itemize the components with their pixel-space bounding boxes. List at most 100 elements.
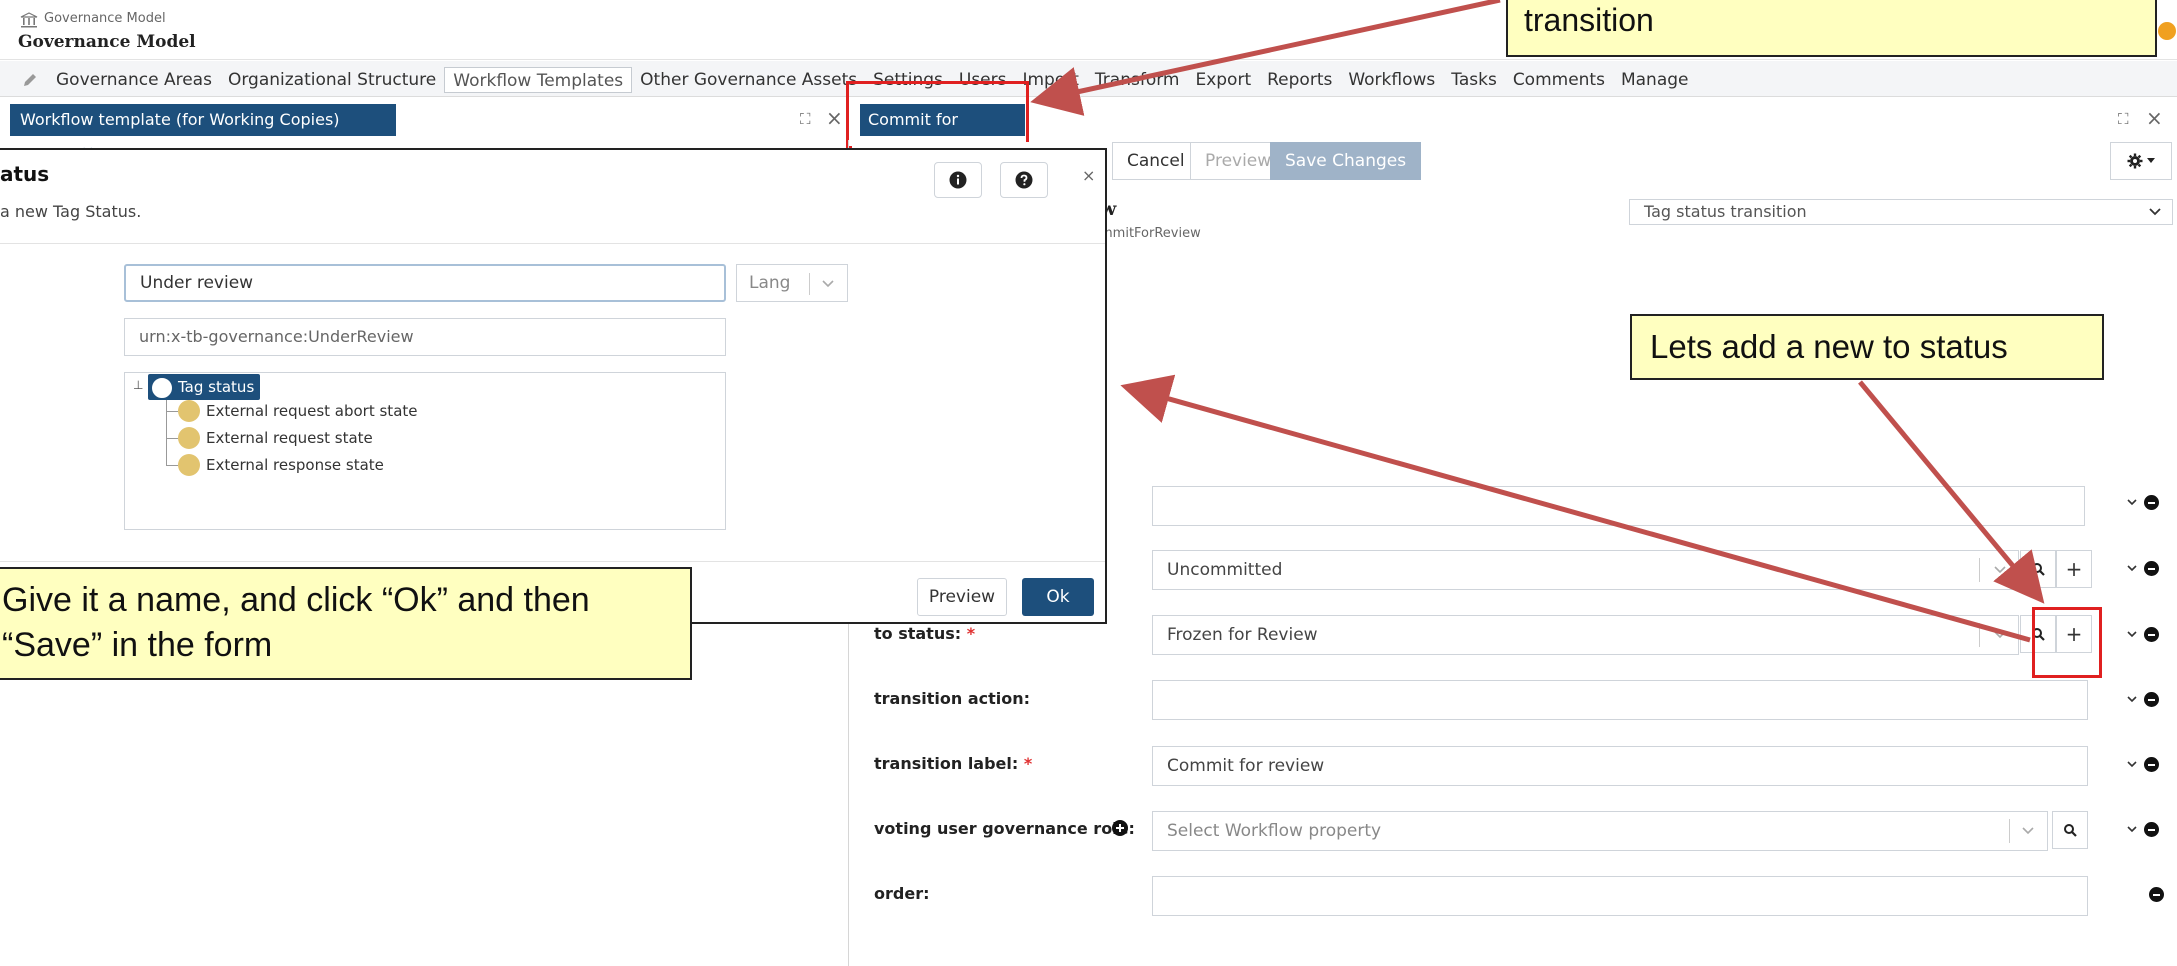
- tree-expander-icon[interactable]: ⊥: [133, 378, 143, 392]
- to-status-label: to status: *: [874, 624, 976, 643]
- language-placeholder: Lang: [749, 273, 791, 293]
- building-icon: [20, 12, 38, 28]
- voting-role-placeholder: Select Workflow property: [1167, 821, 1382, 841]
- callout-line: “Save” in the form: [2, 626, 273, 664]
- remove-icon[interactable]: [2144, 626, 2159, 642]
- order-label: order:: [874, 884, 930, 903]
- expand-icon[interactable]: ⛶: [2118, 110, 2129, 128]
- menu-item-manage[interactable]: Manage: [1613, 67, 1697, 93]
- form-subtitle: mmitForReview: [1100, 226, 1201, 241]
- row-controls: [2126, 819, 2174, 839]
- remove-icon[interactable]: [2144, 691, 2159, 707]
- menu-item-organizational-structure[interactable]: Organizational Structure: [220, 67, 444, 93]
- tree-node[interactable]: External response state: [178, 453, 384, 477]
- annotation-callout-right: Lets add a new to status: [1630, 314, 2104, 380]
- expand-icon[interactable]: ⛶: [800, 110, 811, 128]
- settings-dropdown-button[interactable]: [2110, 142, 2172, 180]
- save-changes-button[interactable]: Save Changes: [1270, 142, 1422, 180]
- order-field[interactable]: [1152, 876, 2088, 916]
- menu-item-export[interactable]: Export: [1187, 67, 1259, 93]
- chevron-down-icon[interactable]: [2126, 693, 2138, 705]
- dialog-title: atus: [0, 162, 50, 186]
- voting-role-select[interactable]: Select Workflow property: [1152, 811, 2048, 851]
- chevron-down-icon: [2021, 825, 2035, 837]
- transition-action-label: transition action:: [874, 689, 1031, 708]
- transition-label-field[interactable]: Commit for review: [1152, 746, 2088, 786]
- menu-item-tasks[interactable]: Tasks: [1443, 67, 1505, 93]
- close-icon[interactable]: ×: [1082, 166, 1095, 185]
- chevron-down-icon: [2148, 205, 2162, 219]
- row-controls: [2126, 492, 2174, 512]
- cancel-button[interactable]: Cancel: [1112, 142, 1200, 180]
- search-button[interactable]: [2020, 550, 2056, 588]
- remove-icon[interactable]: [2149, 886, 2164, 902]
- info-button[interactable]: [934, 162, 982, 198]
- to-status-value: Frozen for Review: [1167, 625, 1318, 645]
- type-select-value: Tag status transition: [1644, 202, 1807, 221]
- chevron-down-icon[interactable]: [2126, 628, 2138, 640]
- menu-item-workflow-templates[interactable]: Workflow Templates: [444, 67, 633, 93]
- tree-node-icon: [178, 400, 200, 422]
- tree-node[interactable]: External request state: [178, 426, 373, 450]
- add-icon[interactable]: [1112, 820, 1128, 836]
- row-controls: [2126, 624, 2174, 644]
- menu-item-other-governance-assets[interactable]: Other Governance Assets: [632, 67, 865, 93]
- annotation-callout-top: transition: [1506, 0, 2157, 57]
- add-button[interactable]: +: [2056, 550, 2092, 588]
- menu-item-workflows[interactable]: Workflows: [1340, 67, 1443, 93]
- remove-icon[interactable]: [2144, 821, 2159, 837]
- callout-line: Give it a name, and click “Ok” and then: [2, 581, 590, 619]
- page-title: Governance Model: [18, 32, 196, 52]
- menu-item-transform[interactable]: Transform: [1087, 67, 1188, 93]
- voting-role-label: voting user governance role:: [874, 819, 1135, 838]
- from-status-actions: +: [2020, 550, 2092, 588]
- menu-item-comments[interactable]: Comments: [1505, 67, 1613, 93]
- tree-node-icon: [178, 454, 200, 476]
- chevron-down-icon[interactable]: [2126, 758, 2138, 770]
- row-controls: [2126, 689, 2174, 709]
- chevron-down-icon: [1993, 629, 2007, 641]
- help-button[interactable]: [1000, 162, 1048, 198]
- language-select[interactable]: Lang: [736, 264, 848, 302]
- remove-icon[interactable]: [2144, 756, 2159, 772]
- dialog-preview-button[interactable]: Preview: [917, 578, 1007, 616]
- from-status-select[interactable]: Uncommitted: [1152, 550, 2019, 590]
- add-button-highlight-box: [2032, 607, 2102, 678]
- search-button[interactable]: [2052, 811, 2088, 849]
- menu-item-governance-areas[interactable]: Governance Areas: [48, 67, 220, 93]
- remove-icon[interactable]: [2144, 494, 2159, 510]
- row-controls: [2126, 558, 2174, 578]
- chevron-down-icon[interactable]: [2126, 562, 2138, 574]
- transition-action-field[interactable]: [1152, 680, 2088, 720]
- gear-icon: [2127, 153, 2143, 169]
- search-icon: [2031, 562, 2045, 576]
- from-status-value: Uncommitted: [1167, 560, 1283, 580]
- type-select[interactable]: Tag status transition: [1629, 199, 2173, 225]
- avatar[interactable]: [2158, 22, 2176, 40]
- ok-button[interactable]: Ok: [1022, 578, 1094, 616]
- chevron-down-icon[interactable]: [2126, 496, 2138, 508]
- chevron-down-icon: [821, 278, 835, 290]
- menu-item-reports[interactable]: Reports: [1259, 67, 1340, 93]
- tree-node[interactable]: External request abort state: [178, 399, 418, 423]
- caret-down-icon: [2147, 158, 2155, 164]
- tree-node-icon: [178, 427, 200, 449]
- row-controls: [2126, 754, 2174, 774]
- chevron-down-icon[interactable]: [2126, 823, 2138, 835]
- search-icon: [2063, 823, 2077, 837]
- breadcrumb[interactable]: Governance Model: [44, 11, 166, 26]
- to-status-select[interactable]: Frozen for Review: [1152, 615, 2019, 655]
- help-icon: [1015, 171, 1033, 189]
- uri-input[interactable]: urn:x-tb-governance:UnderReview: [124, 318, 726, 356]
- field-row-1[interactable]: [1152, 486, 2085, 526]
- remove-icon[interactable]: [2144, 560, 2159, 576]
- close-icon[interactable]: ×: [826, 106, 843, 130]
- pencil-icon[interactable]: [22, 72, 38, 88]
- divider: [0, 561, 1105, 562]
- close-icon[interactable]: ×: [2146, 106, 2163, 130]
- chevron-down-icon: [1993, 564, 2007, 576]
- annotation-callout-left: Give it a name, and click “Ok” and then …: [0, 567, 692, 680]
- divider: [0, 243, 1105, 244]
- tab-workflow-template-search[interactable]: Workflow template (for Working Copies) S…: [10, 104, 396, 161]
- status-name-input[interactable]: Under review: [124, 264, 726, 302]
